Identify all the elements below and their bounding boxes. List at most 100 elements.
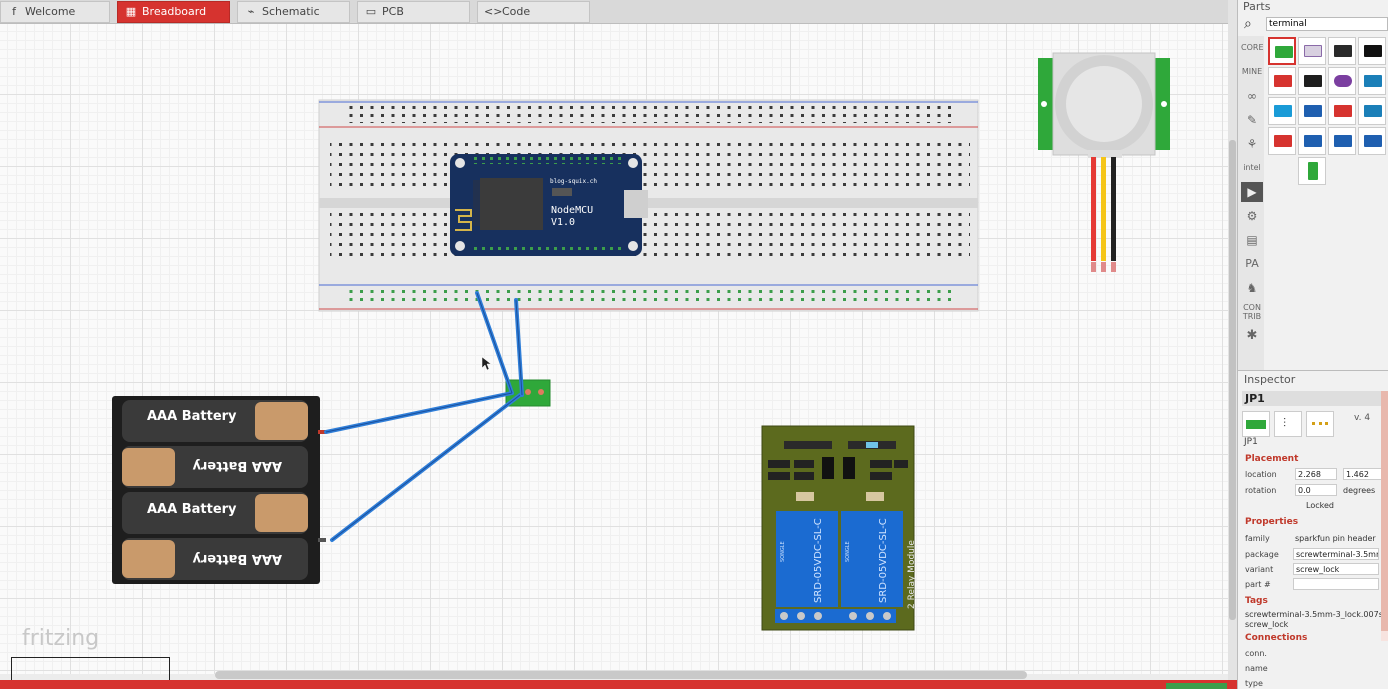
pir-sensor[interactable]: [1038, 52, 1170, 272]
scrollbar-thumb[interactable]: [1381, 391, 1388, 631]
package-select[interactable]: screwterminal-3.5mm-3_lo: [1293, 548, 1379, 560]
part-thumb: [1275, 46, 1293, 58]
tab-label: Code: [502, 5, 531, 18]
tab-welcome[interactable]: f Welcome: [0, 1, 110, 23]
bin-flower-icon[interactable]: ⚘: [1241, 134, 1263, 154]
part-item[interactable]: [1328, 97, 1356, 125]
part-item[interactable]: [1358, 37, 1386, 65]
family-value: sparkfun pin header: [1295, 534, 1376, 543]
tags-value: screwterminal-3.5mm-3_lock.007s, m03,: [1245, 610, 1381, 619]
partnum-field[interactable]: [1293, 578, 1379, 590]
bin-horse-icon[interactable]: ♞: [1241, 278, 1263, 298]
part-thumb: [1364, 105, 1382, 117]
tab-bar: f Welcome ▦ Breadboard ⌁ Schematic ▭ PCB <> C…: [0, 0, 1237, 24]
part-thumb: [1334, 75, 1352, 87]
location-label: location: [1245, 470, 1277, 479]
inspector-scrollbar[interactable]: [1381, 391, 1388, 641]
tags-section-title: Tags: [1245, 596, 1268, 606]
code-icon: <>: [484, 5, 503, 18]
part-item[interactable]: [1358, 67, 1386, 95]
vertical-scrollbar[interactable]: [1228, 0, 1237, 680]
part-thumb: [1274, 135, 1292, 147]
thumb-graphic: [1246, 420, 1266, 429]
part-item[interactable]: [1328, 127, 1356, 155]
schematic-view-thumb[interactable]: ⫶: [1274, 411, 1302, 437]
bin-star-icon[interactable]: ✱: [1241, 326, 1263, 346]
part-item[interactable]: [1268, 67, 1296, 95]
part-thumb: [1274, 75, 1292, 87]
variant-label: variant: [1245, 565, 1274, 574]
family-label: family: [1245, 534, 1270, 543]
parts-title: Parts: [1243, 0, 1271, 13]
nodemcu-version: V1.0: [551, 217, 575, 228]
part-screw-terminal[interactable]: [1268, 37, 1296, 65]
part-label: JP1: [1244, 437, 1258, 447]
part-thumb: [1364, 135, 1382, 147]
parts-search-input[interactable]: [1266, 17, 1388, 31]
bin-mine[interactable]: MINE: [1241, 62, 1263, 82]
schematic-symbol-icon: ⫶: [1283, 416, 1287, 430]
bin-intel[interactable]: intel: [1241, 158, 1263, 178]
relay-model-label: SRD-05VDC-SL-C: [813, 518, 824, 603]
partnum-label: part #: [1245, 580, 1271, 589]
tab-code[interactable]: <> Code: [477, 1, 590, 23]
relay-module-label: 2 Relay Module: [907, 540, 917, 609]
part-thumb: [1334, 105, 1352, 117]
type-label: type: [1245, 679, 1263, 688]
bin-contrib[interactable]: CON TRIB: [1241, 302, 1263, 322]
conn-label: conn.: [1245, 649, 1267, 658]
part-thumb: [1364, 75, 1382, 87]
breadboard-icon: ▦: [125, 5, 137, 18]
thumb-graphic: [1312, 422, 1328, 427]
bin-tools-icon[interactable]: ✎: [1241, 110, 1263, 130]
part-item[interactable]: [1298, 157, 1326, 185]
part-item[interactable]: [1298, 67, 1326, 95]
battery-label: AAA Battery: [192, 458, 282, 473]
breadboard[interactable]: [318, 99, 979, 312]
scrollbar-thumb[interactable]: [1229, 140, 1236, 620]
name-label: name: [1245, 664, 1268, 673]
locked-checkbox-label[interactable]: Locked: [1306, 501, 1334, 510]
tab-breadboard[interactable]: ▦ Breadboard: [117, 1, 230, 23]
nodemcu-board[interactable]: blog-squix.ch NodeMCU V1.0: [450, 154, 648, 256]
bin-pa[interactable]: PA: [1241, 254, 1263, 274]
pcb-view-thumb[interactable]: [1306, 411, 1334, 437]
variant-select[interactable]: screw_lock: [1293, 563, 1379, 575]
part-item[interactable]: [1298, 37, 1326, 65]
part-item[interactable]: [1268, 97, 1296, 125]
welcome-icon: f: [12, 5, 16, 18]
breadboard-view-thumb[interactable]: [1242, 411, 1270, 437]
share-button[interactable]: [1166, 683, 1227, 689]
relay-brand-label: SONGLE: [780, 541, 786, 562]
rotation-field[interactable]: 0.0: [1295, 484, 1337, 496]
package-label: package: [1245, 550, 1279, 559]
part-item[interactable]: [1298, 127, 1326, 155]
part-item[interactable]: [1268, 127, 1296, 155]
tab-label: Schematic: [262, 5, 320, 18]
tab-schematic[interactable]: ⌁ Schematic: [237, 1, 350, 23]
bin-chip-icon[interactable]: ▤: [1241, 230, 1263, 250]
bin-arduino-icon[interactable]: ∞: [1241, 86, 1263, 106]
location-y-field[interactable]: 1.462: [1343, 468, 1385, 480]
part-thumb: [1308, 162, 1318, 180]
part-item[interactable]: [1298, 97, 1326, 125]
search-icon[interactable]: ⌕: [1244, 16, 1252, 32]
part-item[interactable]: [1328, 37, 1356, 65]
bin-gear-icon[interactable]: ⚙: [1241, 206, 1263, 226]
horizontal-scrollbar[interactable]: [215, 671, 1027, 679]
relay-model-label: SRD-05VDC-SL-C: [878, 518, 889, 603]
tab-label: Breadboard: [142, 5, 207, 18]
relay-module[interactable]: SRD-05VDC-SL-C SRD-05VDC-SL-C SONGLE SON…: [761, 425, 917, 631]
battery-pack[interactable]: AAA Battery AAA Battery AAA Battery AAA …: [112, 396, 326, 584]
location-x-field[interactable]: 2.268: [1295, 468, 1337, 480]
part-thumb: [1274, 105, 1292, 117]
bin-core[interactable]: CORE: [1241, 38, 1264, 58]
part-item[interactable]: [1358, 127, 1386, 155]
part-thumb: [1364, 45, 1382, 57]
relay-brand-label: SONGLE: [845, 541, 851, 562]
bin-play-icon[interactable]: ▶: [1241, 182, 1263, 202]
tab-pcb[interactable]: ▭ PCB: [357, 1, 470, 23]
part-item[interactable]: [1358, 97, 1386, 125]
breadboard-canvas[interactable]: blog-squix.ch NodeMCU V1.0 AAA Battery A…: [0, 24, 1237, 674]
part-item[interactable]: [1328, 67, 1356, 95]
